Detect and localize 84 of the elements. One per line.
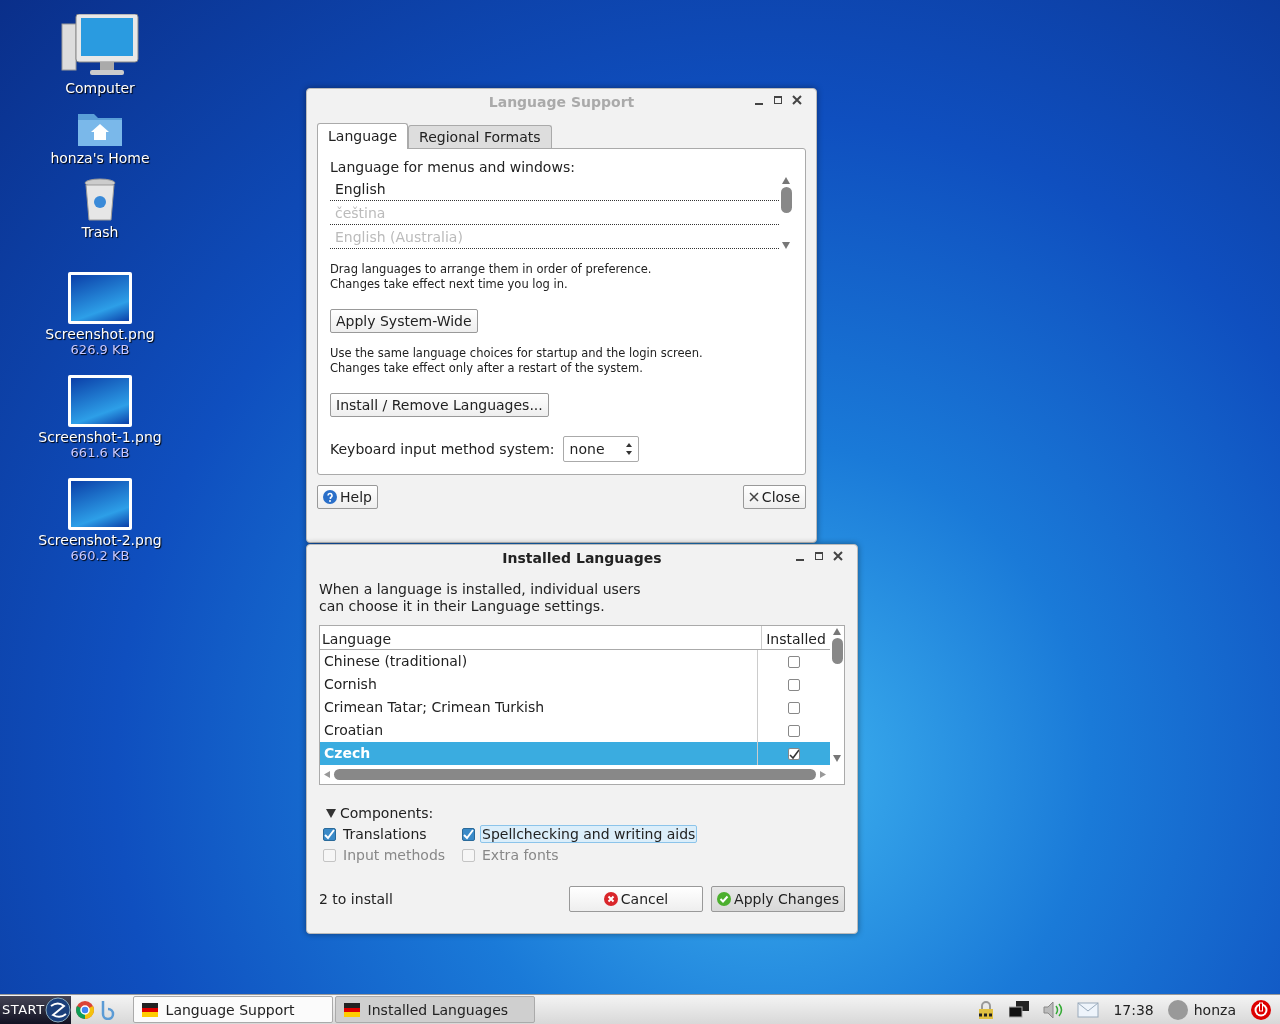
maximize-icon[interactable] (814, 551, 824, 561)
desktop-icon-label[interactable]: Trash (81, 224, 119, 240)
column-header[interactable]: Installed (761, 626, 830, 649)
scroll-down-arrow-icon[interactable] (833, 755, 841, 762)
column-header[interactable]: Language (320, 626, 761, 649)
language-name: Crimean Tatar; Crimean Turkish (323, 698, 546, 717)
trash-icon[interactable] (83, 178, 117, 222)
cancel-button[interactable]: Cancel (569, 886, 703, 912)
desktop-icon-label[interactable]: Screenshot-2.png (38, 532, 162, 548)
hint-text: Drag languages to arrange them in order of preference. Changes take effect next time you log in. (330, 262, 653, 292)
language-name: Chinese (traditional) (323, 652, 469, 671)
volume-icon[interactable] (1043, 1000, 1064, 1019)
flag-icon (141, 1002, 158, 1017)
user-name[interactable]: honza (1193, 1001, 1236, 1018)
screenshot-thumbnail-icon[interactable] (68, 478, 132, 530)
start-button[interactable]: START (0, 995, 71, 1024)
installed-checkbox[interactable] (788, 725, 800, 737)
language-row[interactable]: Crimean Tatar; Crimean Turkish (320, 696, 830, 719)
installed-checkbox[interactable] (788, 656, 800, 668)
language-row[interactable]: Cornish (320, 673, 830, 696)
language-name: Czech (323, 744, 372, 763)
window-title: Installed Languages (502, 550, 662, 566)
language-name: Cornish (323, 675, 378, 694)
scroll-up-arrow-icon[interactable] (833, 628, 841, 635)
clock[interactable]: 17:38 (1113, 1001, 1154, 1018)
window-title: Language Support (488, 94, 635, 110)
taskbar-window-button[interactable]: Installed Languages (334, 996, 535, 1023)
file-size-label: 660.2 KB (70, 548, 130, 563)
close-button[interactable]: Close (742, 485, 806, 509)
scroll-right-arrow-icon[interactable] (820, 771, 826, 778)
tab[interactable]: Regional Formats (408, 125, 552, 148)
desktop-icon-label[interactable]: Computer (65, 80, 135, 96)
desktop-icon-label[interactable]: honza's Home (50, 150, 150, 166)
component-checkbox[interactable] (462, 827, 475, 841)
cancel-icon[interactable] (603, 892, 618, 906)
component-checkbox[interactable] (323, 827, 336, 841)
scroll-up-arrow-icon[interactable] (782, 177, 790, 184)
file-size-label: 661.6 KB (70, 445, 130, 460)
maximize-icon[interactable] (773, 95, 783, 105)
scrollbar-thumb[interactable] (334, 769, 816, 780)
spinner-arrows-icon[interactable] (624, 442, 633, 456)
scroll-down-arrow-icon[interactable] (782, 242, 790, 249)
input-method-dropdown[interactable]: none (562, 436, 639, 462)
close-icon[interactable] (748, 492, 759, 502)
power-icon[interactable] (1250, 998, 1272, 1021)
components-label: Components: (340, 805, 434, 821)
tab[interactable]: Language (317, 123, 409, 149)
help-icon[interactable] (323, 490, 337, 504)
apply-changes-button[interactable]: Apply Changes (711, 886, 845, 912)
close-icon[interactable] (792, 95, 802, 105)
taskbar-window-button[interactable]: Language Support (132, 996, 333, 1023)
flag-icon (343, 1002, 360, 1017)
screenshot-thumbnail-icon[interactable] (68, 272, 132, 324)
language-name: Croatian (323, 721, 385, 740)
browser-icon[interactable] (74, 999, 95, 1020)
lock-icon[interactable] (977, 999, 996, 1020)
language-row[interactable]: Chinese (traditional) (320, 650, 830, 673)
scroll-left-arrow-icon[interactable] (324, 771, 330, 778)
computer-icon[interactable] (60, 14, 140, 78)
installed-checkbox[interactable] (788, 679, 800, 691)
language-list-item[interactable]: English (330, 177, 779, 201)
scrollbar-thumb[interactable] (780, 187, 792, 213)
apply-system-wide-button[interactable]: Apply System-Wide (330, 309, 478, 333)
component-label[interactable]: Translations (341, 825, 429, 843)
file-size-label: 626.9 KB (70, 342, 130, 357)
installed-checkbox[interactable] (788, 702, 800, 714)
hint-text: Use the same language choices for startup and the login screen. Changes take effect only after a restart of the system. (330, 346, 704, 376)
component-label[interactable]: Spellchecking and writing aids (480, 825, 698, 843)
install-remove-languages-button[interactable]: Install / Remove Languages... (330, 393, 549, 417)
screenshot-thumbnail-icon[interactable] (68, 375, 132, 427)
checkmark-icon[interactable] (717, 892, 732, 906)
install-count-text: 2 to install (319, 891, 393, 907)
installed-checkbox[interactable] (788, 748, 800, 760)
keyboard-input-label: Keyboard input method system: (330, 441, 555, 457)
close-icon[interactable] (833, 551, 843, 561)
desktop-icon-label[interactable]: Screenshot-1.png (38, 429, 162, 445)
section-label: Language for menus and windows: (330, 159, 576, 175)
network-icon[interactable] (1009, 1000, 1030, 1019)
help-button[interactable]: Help (317, 485, 378, 509)
start-logo-icon[interactable] (44, 996, 71, 1023)
description-text: When a language is installed, individual users can choose it in their Language settings. (319, 581, 642, 615)
desktop-icon-label[interactable]: Screenshot.png (45, 326, 155, 342)
expander-icon[interactable] (325, 807, 337, 819)
scrollbar-thumb[interactable] (831, 638, 843, 664)
